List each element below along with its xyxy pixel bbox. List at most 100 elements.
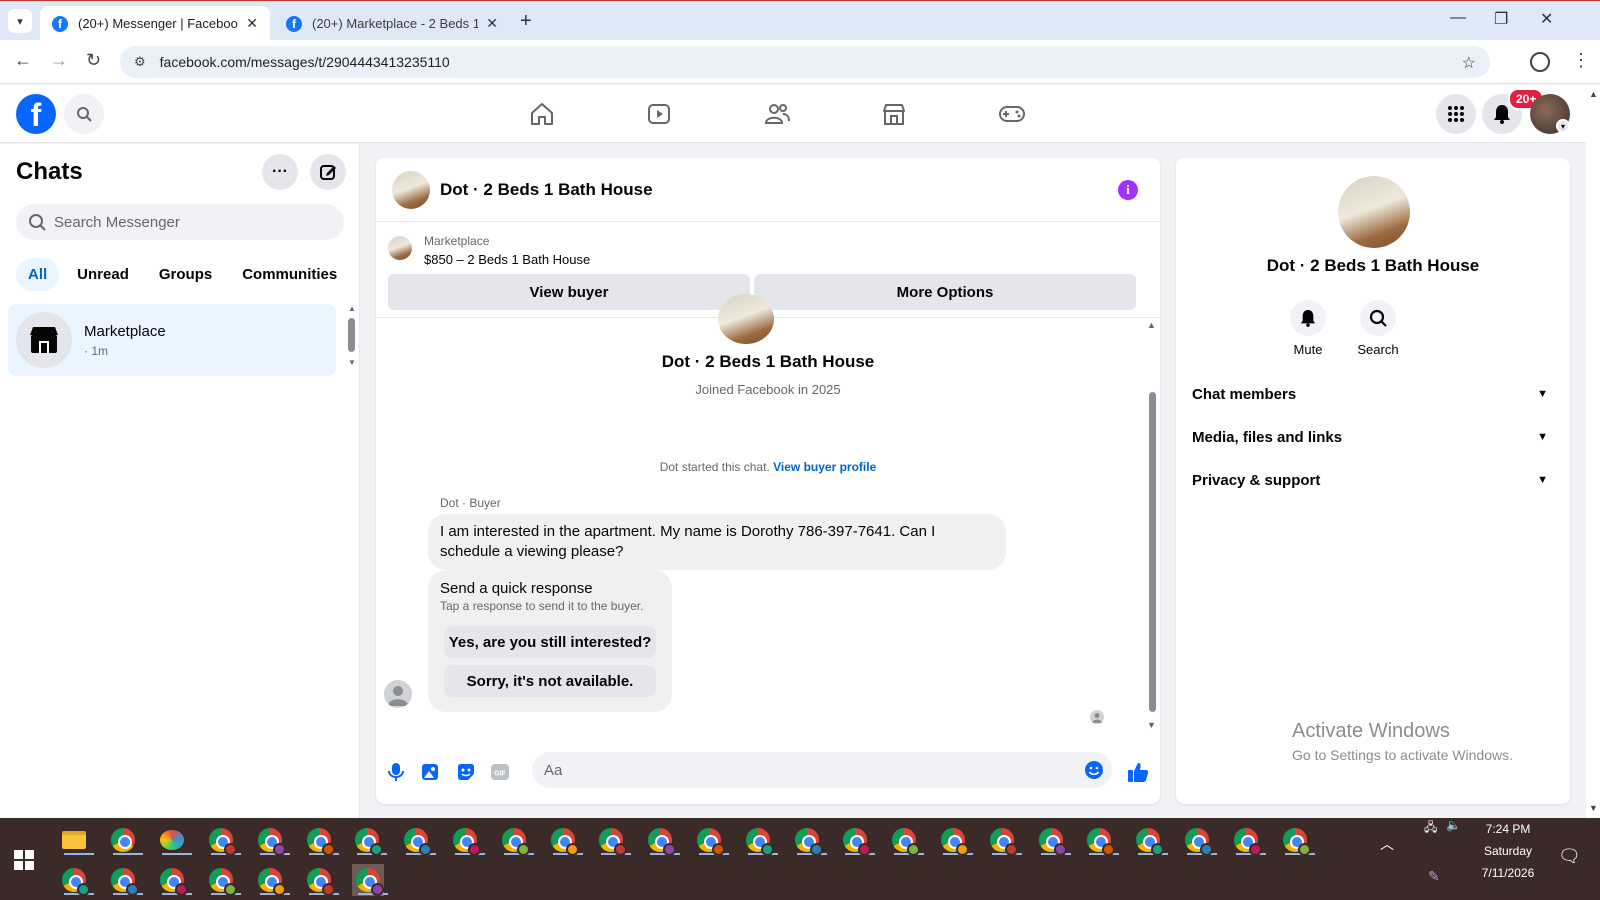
search-in-conversation-button[interactable]: Search [1348, 300, 1408, 357]
close-window-button[interactable]: ✕ [1540, 9, 1553, 29]
chrome-profile-icon[interactable] [205, 864, 241, 896]
voice-clip-button[interactable] [384, 760, 408, 784]
site-info-icon[interactable]: ⚙ [134, 54, 146, 70]
mute-button[interactable]: Mute [1278, 300, 1338, 357]
chrome-profile-icon[interactable] [400, 824, 437, 856]
nav-friends[interactable] [761, 98, 793, 130]
reload-button[interactable]: ↻ [86, 50, 101, 71]
paint-app-icon[interactable] [156, 824, 192, 856]
bookmark-star-icon[interactable]: ☆ [1462, 53, 1476, 73]
chrome-profile-icon[interactable] [254, 824, 290, 856]
chat-list-scrollbar[interactable]: ▲ ▼ [348, 304, 356, 374]
back-button[interactable]: ← [14, 50, 32, 71]
chevron-down-icon[interactable]: ▾ [1556, 119, 1570, 133]
chrome-profile-icon[interactable] [107, 864, 143, 896]
windows-start-button[interactable] [14, 850, 34, 870]
file-explorer-icon[interactable] [58, 824, 94, 856]
send-like-button[interactable] [1126, 760, 1150, 784]
chrome-icon[interactable] [107, 824, 143, 856]
chrome-profile-icon[interactable] [1035, 824, 1071, 856]
tab-marketplace[interactable]: f (20+) Marketplace - 2 Beds 1 Ba ✕ [274, 6, 510, 41]
nav-home[interactable] [526, 98, 558, 130]
scroll-up-icon[interactable]: ▲ [1147, 320, 1156, 330]
chrome-profile-icon[interactable] [303, 864, 339, 896]
section-media-files-links[interactable]: Media, files and links ▼ [1192, 417, 1554, 457]
menu-button[interactable] [1436, 94, 1476, 134]
chrome-profile-icon[interactable] [839, 824, 876, 856]
page-scrollbar[interactable]: ▲ ▼ [1586, 85, 1600, 818]
browser-profile-icon[interactable] [1530, 52, 1550, 72]
attach-photo-button[interactable] [418, 760, 442, 784]
facebook-search-button[interactable] [64, 94, 104, 134]
chrome-profile-icon[interactable] [595, 824, 632, 856]
filter-communities[interactable]: Communities [230, 258, 349, 291]
nav-gaming[interactable] [996, 98, 1028, 130]
chrome-profile-icon[interactable] [547, 824, 583, 856]
close-tab-icon[interactable]: ✕ [246, 15, 258, 32]
chrome-profile-icon[interactable] [742, 824, 778, 856]
chrome-profile-icon[interactable] [888, 824, 925, 856]
chrome-profile-icon[interactable] [1230, 824, 1266, 856]
network-icon[interactable]: 🖧 [1424, 818, 1437, 839]
chrome-profile-icon[interactable] [693, 824, 729, 856]
conversation-title[interactable]: Dot · 2 Beds 1 Bath House [440, 180, 653, 200]
scroll-up-icon[interactable]: ▲ [1589, 89, 1598, 99]
chat-options-button[interactable]: ··· [262, 154, 298, 190]
chrome-profile-icon[interactable] [254, 864, 290, 896]
chat-list-item[interactable]: Marketplace · 1m [8, 304, 336, 376]
chrome-profile-icon[interactable] [351, 824, 388, 856]
quick-reply-still-interested[interactable]: Yes, are you still interested? [444, 626, 656, 658]
message-input[interactable]: Aa [532, 752, 1112, 788]
section-chat-members[interactable]: Chat members ▼ [1192, 374, 1554, 414]
gif-button[interactable]: GIF [488, 760, 512, 784]
more-options-button[interactable]: More Options [754, 274, 1136, 310]
chrome-profile-icon[interactable] [791, 824, 827, 856]
new-tab-button[interactable]: + [520, 10, 532, 33]
profile-avatar[interactable] [718, 294, 774, 344]
scroll-up-icon[interactable]: ▲ [348, 304, 356, 313]
chrome-profile-icon[interactable] [986, 824, 1022, 856]
listing-thumbnail[interactable] [388, 236, 412, 260]
view-buyer-profile-link[interactable]: View buyer profile [773, 460, 876, 474]
facebook-logo[interactable]: f [16, 94, 56, 134]
emoji-icon[interactable] [1084, 760, 1104, 780]
restore-button[interactable]: ❐ [1494, 9, 1508, 29]
omnibox[interactable]: ⚙ facebook.com/messages/t/29044434132351… [120, 46, 1490, 78]
tray-expand-icon[interactable]: ︿ [1380, 834, 1394, 854]
scroll-down-icon[interactable]: ▼ [1589, 803, 1598, 813]
nav-video[interactable] [643, 98, 675, 130]
chrome-profile-icon[interactable] [1181, 824, 1217, 856]
view-buyer-button[interactable]: View buyer [388, 274, 750, 310]
sticker-button[interactable] [454, 760, 478, 784]
chrome-profile-icon[interactable] [937, 824, 973, 856]
nav-marketplace[interactable] [878, 98, 910, 130]
chrome-profile-icon[interactable] [156, 864, 192, 896]
new-message-button[interactable] [310, 154, 346, 190]
messenger-search-input[interactable]: Search Messenger [16, 204, 344, 240]
chrome-profile-icon[interactable] [303, 824, 339, 856]
action-center-icon[interactable]: 🗨 [1558, 846, 1581, 867]
chrome-profile-icon[interactable] [1083, 824, 1120, 856]
forward-button[interactable]: → [50, 50, 68, 71]
tab-messenger[interactable]: f (20+) Messenger | Facebook ✕ [40, 6, 270, 41]
info-avatar[interactable] [1338, 176, 1410, 248]
filter-groups[interactable]: Groups [147, 258, 224, 291]
chrome-profile-icon[interactable] [1132, 824, 1169, 856]
minimize-button[interactable]: — [1450, 9, 1466, 27]
scrollbar-thumb[interactable] [1149, 392, 1156, 712]
filter-all[interactable]: All [16, 258, 60, 291]
chrome-profile-icon[interactable] [1279, 824, 1315, 856]
section-privacy-support[interactable]: Privacy & support ▼ [1192, 460, 1554, 500]
scroll-down-icon[interactable]: ▼ [1147, 720, 1156, 730]
volume-icon[interactable]: 🔈 [1446, 818, 1461, 832]
chrome-profile-icon[interactable] [449, 824, 485, 856]
chrome-profile-icon[interactable] [644, 824, 681, 856]
thread-scrollbar[interactable]: ▲ ▼ [1146, 318, 1158, 738]
listing-avatar[interactable] [392, 170, 430, 209]
chrome-profile-icon[interactable] [205, 824, 241, 856]
tab-search-button[interactable]: ▾ [8, 9, 32, 33]
chrome-profile-icon[interactable] [498, 824, 534, 856]
quick-reply-not-available[interactable]: Sorry, it's not available. [444, 665, 656, 697]
chrome-profile-icon[interactable] [352, 864, 388, 896]
listing-price-title[interactable]: $850 – 2 Beds 1 Bath House [424, 252, 590, 267]
